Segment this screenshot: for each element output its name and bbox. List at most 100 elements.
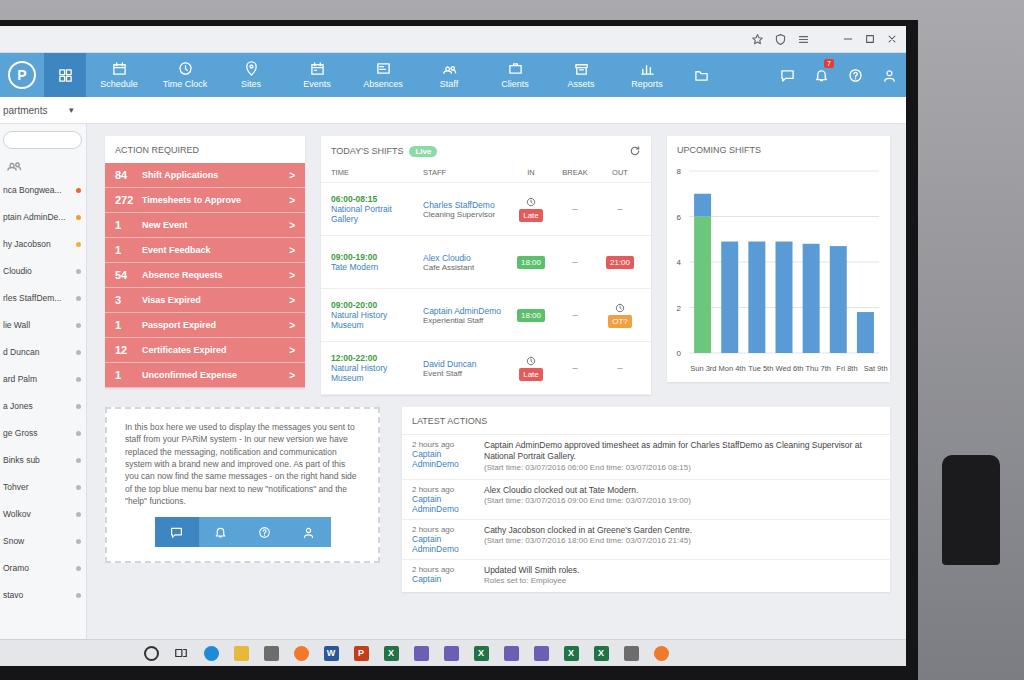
- action-item[interactable]: 1 Passport Expired >: [105, 313, 305, 338]
- action-item[interactable]: 3 Visas Expired >: [105, 288, 305, 313]
- dashboard: ACTION REQUIRED 84 Shift Applications >2…: [87, 124, 906, 639]
- status-dot: [76, 404, 81, 409]
- help-icon: [848, 68, 863, 83]
- staff-item[interactable]: Binks sub: [0, 447, 86, 474]
- taskbar-app[interactable]: [440, 642, 462, 664]
- action-item[interactable]: 272 Timesheets to Approve >: [105, 188, 305, 213]
- taskbar-app[interactable]: [410, 642, 432, 664]
- staff-item[interactable]: hy Jacobson: [0, 231, 86, 258]
- close-button[interactable]: [886, 33, 898, 45]
- staff-search[interactable]: [0, 124, 86, 153]
- staff-item[interactable]: Wolkov: [0, 501, 86, 528]
- folder-tab[interactable]: [680, 53, 722, 97]
- staff-item[interactable]: Oramo: [0, 555, 86, 582]
- taskbar-app[interactable]: X: [560, 642, 582, 664]
- upcoming-shifts-chart: 86420: [667, 163, 879, 359]
- nav-item[interactable]: Clients: [482, 53, 548, 97]
- shift-row[interactable]: 06:00-08:15 National Portrait Gallery Ch…: [321, 183, 651, 236]
- chart-bar[interactable]: [776, 242, 793, 353]
- taskbar-app[interactable]: [290, 642, 312, 664]
- logo[interactable]: P: [0, 53, 44, 97]
- refresh-button[interactable]: [629, 145, 641, 157]
- minimize-button[interactable]: [842, 33, 854, 45]
- taskbar-app[interactable]: [530, 642, 552, 664]
- messages-button[interactable]: [287, 517, 331, 547]
- staff-item[interactable]: ard Palm: [0, 366, 86, 393]
- staff-item[interactable]: stavo: [0, 582, 86, 609]
- nav-item[interactable]: Events: [284, 53, 350, 97]
- chart-bar[interactable]: [721, 242, 738, 353]
- app-body: nca Bongwea... ptain AdminDe... hy Jacob…: [0, 124, 906, 639]
- staff-item[interactable]: ge Gross: [0, 420, 86, 447]
- staff-item[interactable]: Cloudio: [0, 258, 86, 285]
- shield-button[interactable]: [774, 33, 787, 46]
- taskbar-app[interactable]: [230, 642, 252, 664]
- chart-bar[interactable]: [830, 246, 847, 353]
- axis-label: Wed 6th: [775, 365, 804, 374]
- chart-bar[interactable]: [803, 244, 820, 353]
- chat-button[interactable]: [770, 53, 804, 97]
- staff-item[interactable]: rles StaffDem...: [0, 285, 86, 312]
- chart-bar[interactable]: [694, 217, 711, 354]
- staff-item[interactable]: lie Wall: [0, 312, 86, 339]
- taskbar-app[interactable]: [620, 642, 642, 664]
- department-dropdown[interactable]: partments ▾: [0, 105, 80, 116]
- maximize-button[interactable]: [864, 33, 876, 45]
- user-button[interactable]: [872, 53, 906, 97]
- taskbar-app[interactable]: X: [590, 642, 612, 664]
- shift-row[interactable]: 09:00-20:00 Natural History Museum Capta…: [321, 289, 651, 342]
- nav-item[interactable]: Staff: [416, 53, 482, 97]
- nav-item[interactable]: Schedule: [86, 53, 152, 97]
- taskbar-app[interactable]: [260, 642, 282, 664]
- staff-item[interactable]: nca Bongwea...: [0, 177, 86, 204]
- nav-item[interactable]: Time Clock: [152, 53, 218, 97]
- staff-item[interactable]: Tohver: [0, 474, 86, 501]
- staff-search-input[interactable]: [3, 131, 82, 149]
- card-title: ACTION REQUIRED: [105, 136, 305, 163]
- bookmark-button[interactable]: [751, 33, 764, 46]
- chart-bar[interactable]: [694, 194, 711, 217]
- action-item[interactable]: 84 Shift Applications >: [105, 163, 305, 188]
- taskbar-app[interactable]: [500, 642, 522, 664]
- staff-filter[interactable]: [0, 153, 86, 177]
- taskbar-app[interactable]: X: [380, 642, 402, 664]
- task-view-icon: [174, 646, 188, 660]
- messages-button[interactable]: [199, 517, 243, 547]
- taskbar-app[interactable]: [170, 642, 192, 664]
- help-button[interactable]: [838, 53, 872, 97]
- staff-item[interactable]: d Duncan: [0, 339, 86, 366]
- taskbar-app[interactable]: [140, 642, 162, 664]
- notifications-button[interactable]: 7: [804, 53, 838, 97]
- staff-item[interactable]: ptain AdminDe...: [0, 204, 86, 231]
- action-item[interactable]: 1 Unconfirmed Expense >: [105, 363, 305, 388]
- taskbar-app[interactable]: [200, 642, 222, 664]
- shift-row[interactable]: 09:00-19:00 Tate Modern Alex Cloudio Caf…: [321, 236, 651, 289]
- axis-label: Tue 5th: [746, 365, 775, 374]
- staff-item[interactable]: a Jones: [0, 393, 86, 420]
- messages-button[interactable]: [155, 517, 199, 547]
- taskbar-app[interactable]: P: [350, 642, 372, 664]
- nav-item[interactable]: Assets: [548, 53, 614, 97]
- action-item[interactable]: 12 Certificates Expired >: [105, 338, 305, 363]
- folder-icon: [694, 68, 709, 83]
- shift-row[interactable]: 12:00-22:00 Natural History Museum David…: [321, 342, 651, 395]
- nav-item[interactable]: Reports: [614, 53, 680, 97]
- menu-button[interactable]: [797, 33, 810, 46]
- taskbar-app[interactable]: [650, 642, 672, 664]
- action-item[interactable]: 54 Absence Requests >: [105, 263, 305, 288]
- svg-text:8: 8: [677, 167, 682, 176]
- messages-button[interactable]: [243, 517, 287, 547]
- nav-item[interactable]: Absences: [350, 53, 416, 97]
- taskbar-app[interactable]: W: [320, 642, 342, 664]
- action-item[interactable]: 1 New Event >: [105, 213, 305, 238]
- wall: [918, 0, 1024, 680]
- chart-bar[interactable]: [857, 312, 874, 353]
- clock-in-status: 18:00: [517, 256, 545, 269]
- chart-bar[interactable]: [748, 242, 765, 353]
- briefcase-icon: [508, 61, 523, 76]
- action-item[interactable]: 1 Event Feedback >: [105, 238, 305, 263]
- nav-item[interactable]: Sites: [218, 53, 284, 97]
- staff-item[interactable]: Snow: [0, 528, 86, 555]
- taskbar-app[interactable]: X: [470, 642, 492, 664]
- dashboard-tab[interactable]: [44, 53, 86, 97]
